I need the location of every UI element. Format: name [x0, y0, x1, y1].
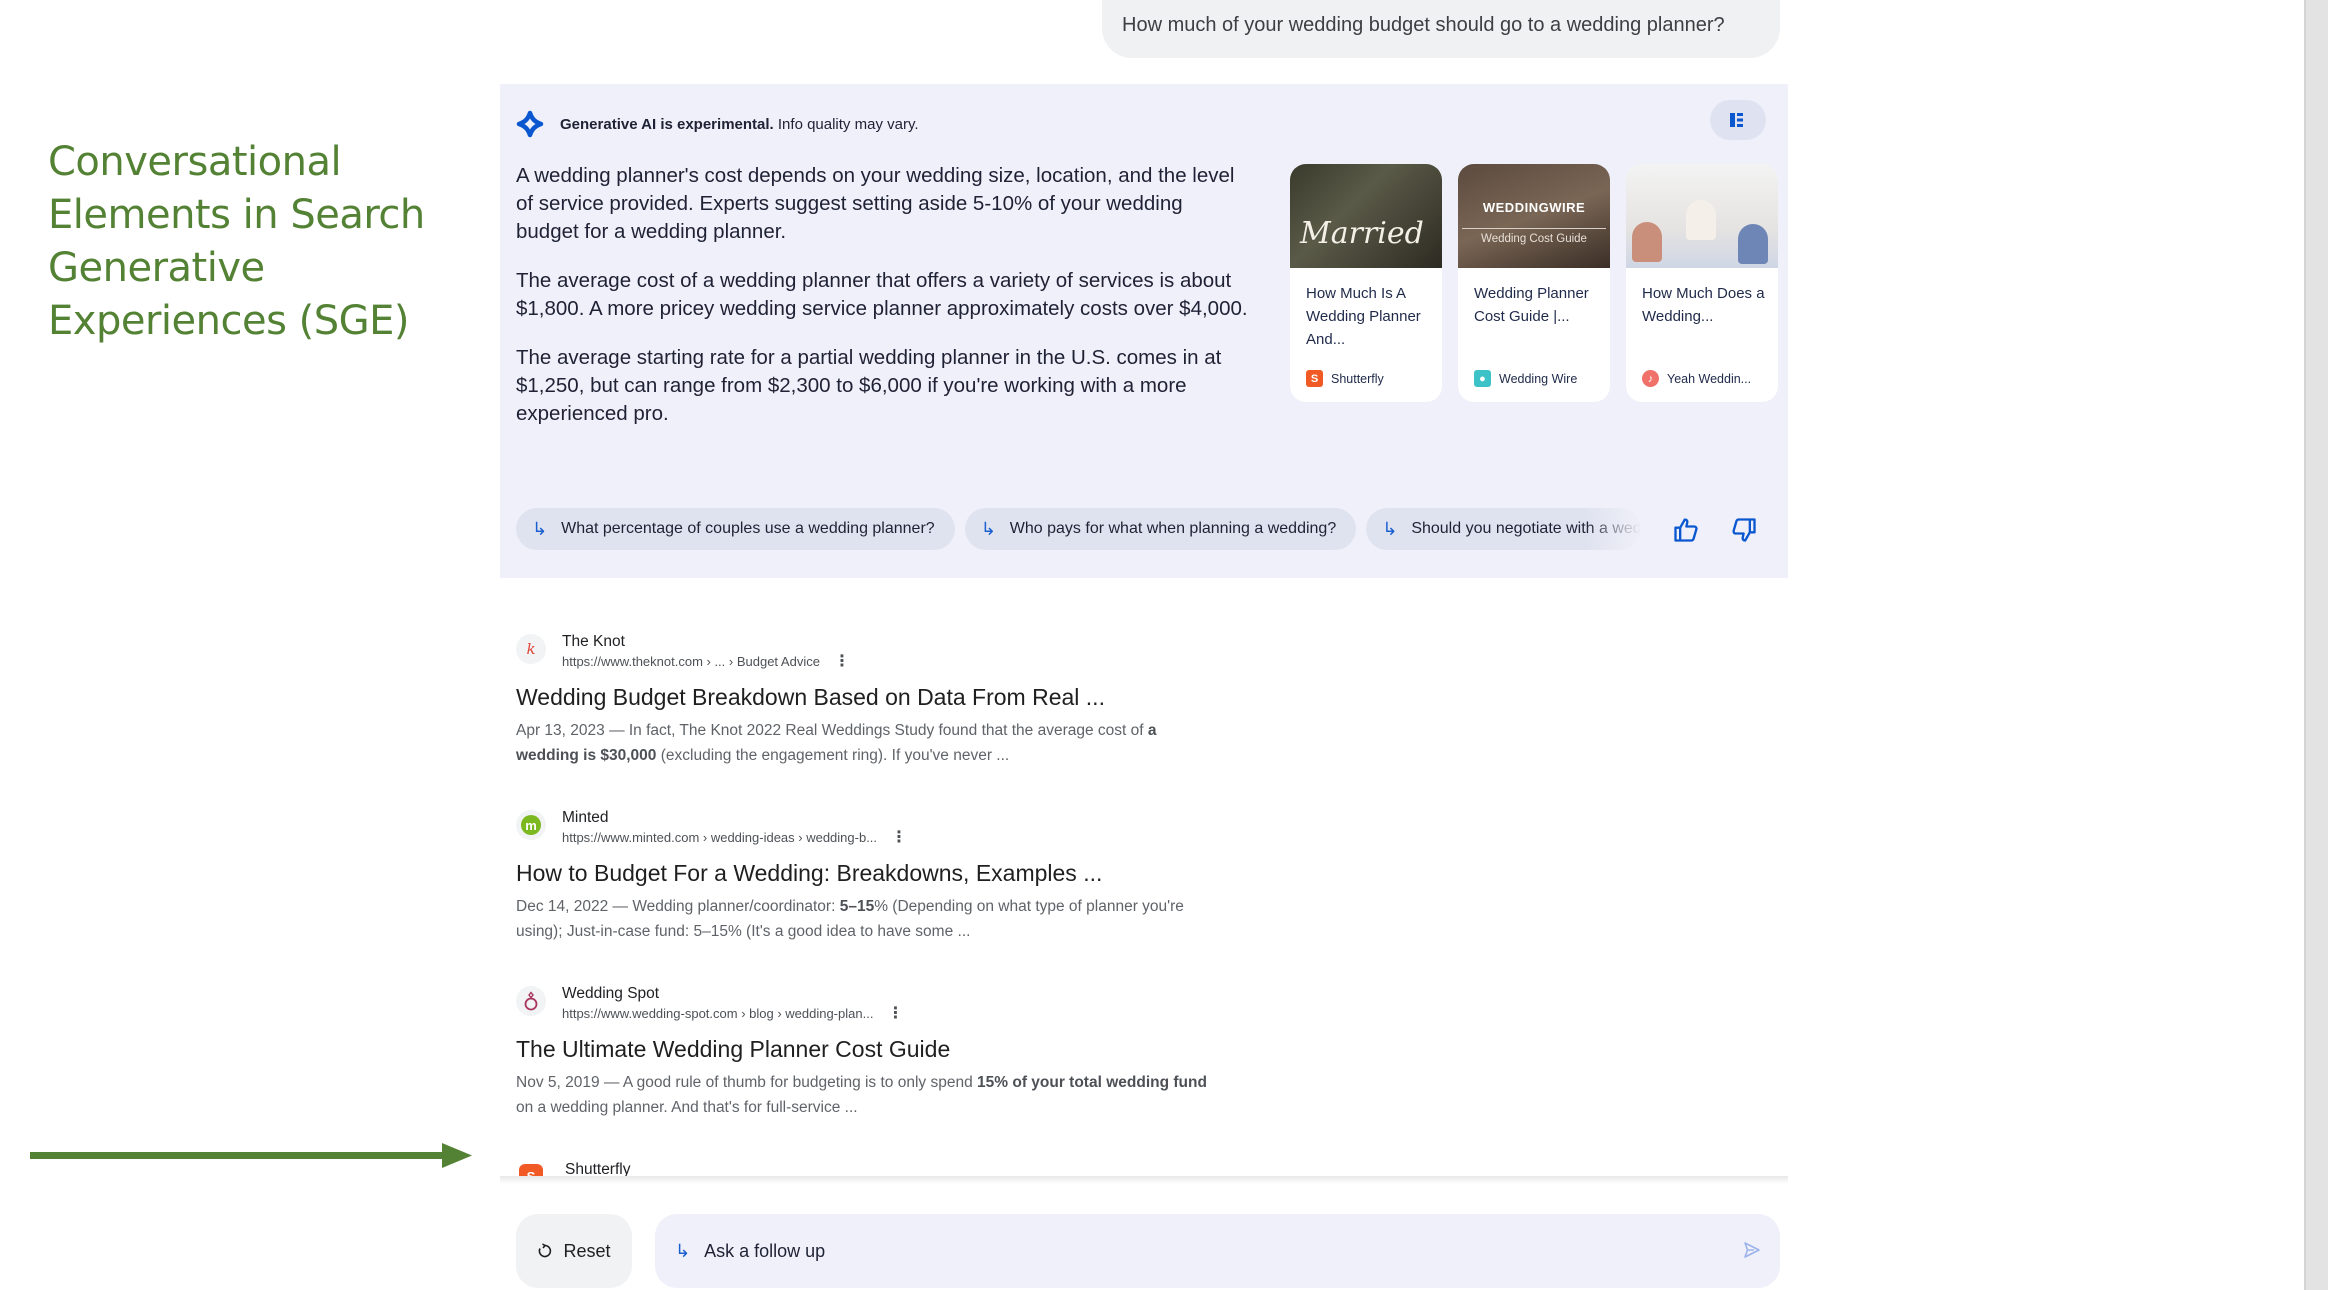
reset-label: Reset: [563, 1240, 611, 1261]
ring-favicon-icon: [516, 986, 546, 1016]
result-snippet: Dec 14, 2022 — Wedding planner/coordinat…: [516, 898, 1184, 940]
minted-favicon-icon: m: [516, 810, 546, 840]
follow-up-chip[interactable]: ↳ Who pays for what when planning a wedd…: [964, 508, 1357, 550]
chip-label: What percentage of couples use a wedding…: [561, 520, 935, 537]
disclaimer: Generative AI is experimental. Info qual…: [560, 115, 919, 133]
card-title: Wedding Planner Cost Guide |...: [1474, 285, 1589, 325]
yeahweddings-favicon-icon: ♪: [1642, 370, 1659, 387]
follow-up-chips: ↳ What percentage of couples use a weddi…: [516, 508, 1646, 550]
card-title: How Much Does a Wedding...: [1642, 285, 1765, 325]
source-card[interactable]: Married How Much Is A Wedding Planner An…: [1290, 164, 1442, 402]
card-thumbnail: [1626, 164, 1778, 268]
result-source[interactable]: Wedding Spot https://www.wedding-spot.co…: [516, 984, 1296, 1024]
reset-button[interactable]: Reset: [516, 1214, 632, 1288]
chip-label: Should you negotiate with a wedding plan…: [1411, 520, 1642, 537]
result-url-row: https://www.wedding-spot.com › blog › we…: [562, 1004, 903, 1024]
follow-up-arrow-icon: ↳: [675, 1240, 691, 1261]
thumbnail-text: WEDDINGWIRE: [1482, 200, 1586, 215]
chip-label: Who pays for what when planning a weddin…: [1009, 520, 1337, 537]
result-snippet: Nov 5, 2019 — A good rule of thumb for b…: [516, 1074, 1207, 1116]
scrollbar[interactable]: [2304, 0, 2328, 1290]
annotation-title: Conversational Elements in Search Genera…: [48, 139, 425, 344]
card-source-name: Wedding Wire: [1499, 371, 1578, 386]
result-site-name: Wedding Spot: [562, 985, 660, 1002]
search-result: Wedding Spot https://www.wedding-spot.co…: [516, 984, 1296, 1120]
user-query-text: How much of your wedding budget should g…: [1122, 14, 1725, 36]
card-source: S Shutterfly: [1306, 370, 1384, 387]
more-options-icon[interactable]: ⋮: [887, 1006, 903, 1022]
card-thumbnail: WEDDINGWIRE Wedding Cost Guide: [1458, 164, 1610, 268]
weddingwire-favicon-icon: ●: [1474, 370, 1491, 387]
sge-header: Generative AI is experimental. Info qual…: [516, 110, 919, 138]
card-thumbnail: Married: [1290, 164, 1442, 268]
follow-up-arrow-icon: ↳: [980, 518, 996, 539]
result-title-link[interactable]: The Ultimate Wedding Planner Cost Guide: [516, 1034, 1296, 1064]
source-card[interactable]: WEDDINGWIRE Wedding Cost Guide Wedding P…: [1458, 164, 1610, 402]
thumbnail-text: Married: [1300, 216, 1424, 251]
follow-up-placeholder: Ask a follow up: [704, 1240, 826, 1261]
annotation-arrow-icon: [30, 1143, 472, 1168]
result-url: https://www.theknot.com › ... › Budget A…: [562, 654, 820, 669]
follow-up-chip[interactable]: ↳ Should you negotiate with a wedding pl…: [1366, 508, 1642, 550]
result-site-name: Minted: [562, 809, 609, 826]
user-query-bubble: How much of your wedding budget should g…: [1102, 0, 1780, 58]
sge-paragraph: The average starting rate for a partial …: [516, 346, 1222, 425]
send-icon[interactable]: [1742, 1240, 1762, 1260]
sge-panel: Generative AI is experimental. Info qual…: [500, 84, 1788, 578]
result-snippet: Apr 13, 2023 — In fact, The Knot 2022 Re…: [516, 722, 1157, 764]
follow-up-input[interactable]: ↳ Ask a follow up: [655, 1214, 1780, 1288]
thumbs-up-icon[interactable]: [1672, 516, 1700, 544]
result-url-row: https://www.theknot.com › ... › Budget A…: [562, 652, 850, 672]
reset-icon: [539, 1243, 552, 1258]
source-cards: Married How Much Is A Wedding Planner An…: [1290, 164, 1778, 402]
result-url-row: https://www.minted.com › wedding-ideas ›…: [562, 828, 907, 848]
theknot-favicon-icon: k: [516, 634, 546, 664]
more-options-icon[interactable]: ⋮: [891, 830, 907, 846]
thumbs-down-icon[interactable]: [1730, 516, 1758, 544]
card-source-name: Yeah Weddin...: [1667, 371, 1752, 386]
source-card[interactable]: How Much Does a Wedding... ♪ Yeah Weddin…: [1626, 164, 1778, 402]
sge-answer: A wedding planner's cost depends on your…: [516, 162, 1251, 449]
search-result: m Minted https://www.minted.com › weddin…: [516, 808, 1296, 944]
follow-up-arrow-icon: ↳: [1382, 518, 1398, 539]
layout-toggle-button[interactable]: [1710, 100, 1766, 140]
result-title-link[interactable]: How to Budget For a Wedding: Breakdowns,…: [516, 858, 1296, 888]
result-source[interactable]: m Minted https://www.minted.com › weddin…: [516, 808, 1296, 848]
result-title-link[interactable]: Wedding Budget Breakdown Based on Data F…: [516, 682, 1296, 712]
card-title: How Much Is A Wedding Planner And...: [1306, 285, 1421, 348]
shutterfly-favicon-icon: S: [1306, 370, 1323, 387]
more-options-icon[interactable]: ⋮: [834, 654, 850, 670]
result-source[interactable]: k The Knot https://www.theknot.com › ...…: [516, 632, 1296, 672]
result-url: https://www.minted.com › wedding-ideas ›…: [562, 830, 878, 845]
layout-panel-icon: [1730, 113, 1743, 127]
follow-up-arrow-icon: ↳: [532, 518, 548, 539]
result-site-name: The Knot: [562, 633, 625, 650]
card-source: ♪ Yeah Weddin...: [1642, 370, 1751, 387]
card-source-name: Shutterfly: [1331, 371, 1384, 386]
search-result: k The Knot https://www.theknot.com › ...…: [516, 632, 1296, 768]
result-url: https://www.wedding-spot.com › blog › we…: [562, 1006, 874, 1021]
sge-paragraph: The average cost of a wedding planner th…: [516, 269, 1248, 320]
sparkle-icon: [516, 110, 544, 138]
follow-up-chip[interactable]: ↳ What percentage of couples use a weddi…: [516, 508, 955, 550]
thumbnail-subtext: Wedding Cost Guide: [1462, 228, 1606, 245]
sge-paragraph: A wedding planner's cost depends on your…: [516, 164, 1235, 243]
bottom-bar-divider: [500, 1176, 1788, 1184]
card-source: ● Wedding Wire: [1474, 370, 1577, 387]
